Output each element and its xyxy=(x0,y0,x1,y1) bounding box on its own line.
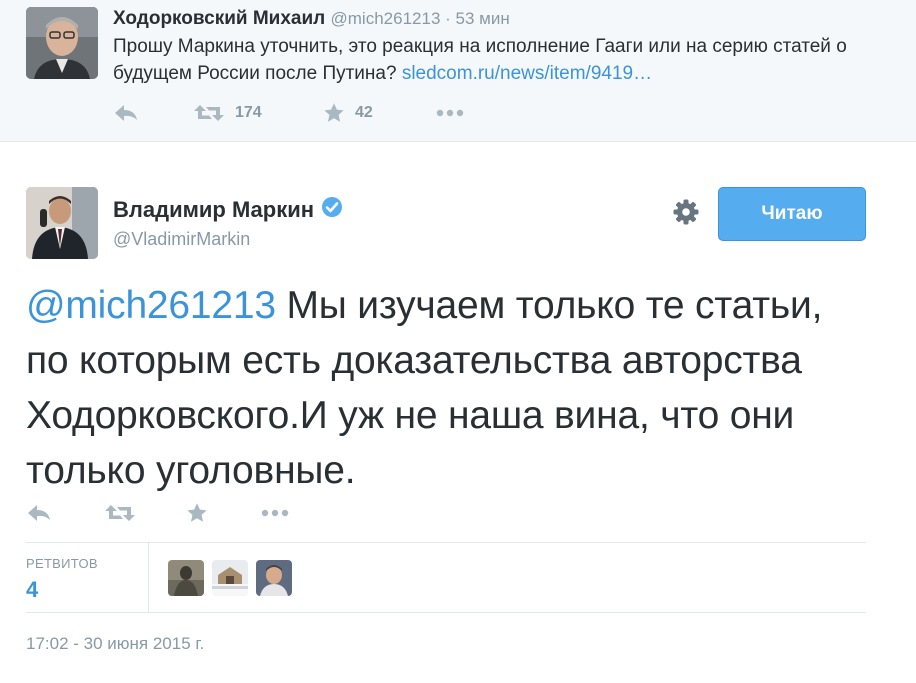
parent-more-button[interactable] xyxy=(435,98,465,128)
reply-icon xyxy=(115,105,137,121)
main-tweet-text: @mich261213 Мы изучаем только те статьи,… xyxy=(26,278,866,498)
retweet-icon xyxy=(105,505,135,521)
parent-author-handle[interactable]: @mich261213 xyxy=(331,9,441,28)
main-avatar[interactable] xyxy=(26,187,98,259)
parent-reply-button[interactable] xyxy=(113,98,193,128)
favorite-icon xyxy=(324,103,344,122)
main-more-button[interactable] xyxy=(260,498,290,528)
verified-badge-icon xyxy=(321,196,343,224)
parent-favorite-count: 42 xyxy=(355,104,373,121)
main-actions xyxy=(26,498,290,528)
mention-link[interactable]: @mich261213 xyxy=(26,284,276,327)
parent-header: Ходорковский Михаил @mich261213 · 53 мин xyxy=(113,7,510,31)
main-favorite-button[interactable] xyxy=(186,498,260,528)
retweeter-avatars xyxy=(168,560,300,596)
following-button[interactable]: Читаю xyxy=(718,187,866,241)
stats-separator xyxy=(148,543,149,612)
parent-avatar[interactable] xyxy=(26,7,98,79)
tweet-stats: РЕТВИТОВ 4 xyxy=(26,543,866,612)
retweeter-avatar[interactable] xyxy=(256,560,292,596)
retweets-label: РЕТВИТОВ xyxy=(26,556,98,571)
more-icon xyxy=(261,509,289,517)
main-author-name-row[interactable]: Владимир Маркин xyxy=(113,196,343,224)
parent-tweet-text: Прошу Маркина уточнить, это реакция на и… xyxy=(113,33,893,87)
retweets-count[interactable]: 4 xyxy=(26,577,38,603)
reply-icon xyxy=(28,505,50,521)
main-author-name[interactable]: Владимир Маркин xyxy=(113,197,314,223)
gear-icon[interactable] xyxy=(672,198,700,226)
retweeter-avatar[interactable] xyxy=(168,560,204,596)
parent-timestamp[interactable]: 53 мин xyxy=(456,9,510,28)
more-icon xyxy=(436,109,464,117)
stats-divider-bottom xyxy=(26,612,866,613)
main-reply-button[interactable] xyxy=(26,498,104,528)
favorite-icon xyxy=(187,503,207,522)
parent-separator: · xyxy=(440,9,456,28)
parent-retweet-button[interactable]: 174 xyxy=(193,98,323,128)
retweeter-avatar[interactable] xyxy=(212,560,248,596)
parent-retweet-count: 174 xyxy=(235,104,262,121)
tweet-timestamp[interactable]: 17:02 - 30 июня 2015 г. xyxy=(26,634,204,654)
parent-author-name[interactable]: Ходорковский Михаил xyxy=(113,8,325,29)
parent-link[interactable]: sledcom.ru/news/item/9419… xyxy=(402,63,652,84)
parent-actions: 174 42 xyxy=(113,98,465,128)
main-retweet-button[interactable] xyxy=(104,498,186,528)
parent-tweet[interactable]: Ходорковский Михаил @mich261213 · 53 мин… xyxy=(0,0,916,142)
parent-favorite-button[interactable]: 42 xyxy=(323,98,435,128)
retweet-icon xyxy=(194,105,224,121)
main-author-handle[interactable]: @VladimirMarkin xyxy=(113,229,250,250)
